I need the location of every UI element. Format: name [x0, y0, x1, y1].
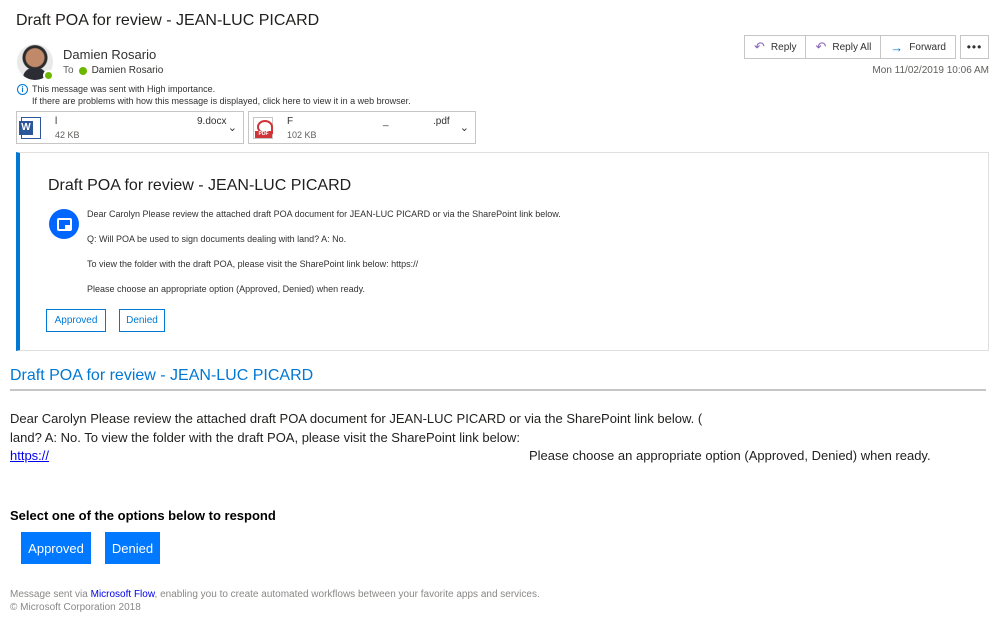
forward-icon: →	[890, 39, 904, 55]
attachment-size: 102 KB	[287, 130, 317, 140]
recipient-presence-icon	[78, 66, 87, 75]
body-text-line: Dear Carolyn Please review the attached …	[10, 411, 703, 426]
card-title: Draft POA for review - JEAN-LUC PICARD	[48, 177, 352, 194]
reply-icon: ↶	[754, 39, 765, 54]
footer-copyright: © Microsoft Corporation 2018	[10, 602, 141, 613]
sharepoint-link[interactable]: https://	[10, 448, 49, 463]
card-text-line: Please choose an appropriate option (App…	[87, 284, 366, 294]
footer-suffix: , enabling you to create automated workf…	[154, 589, 540, 600]
sender-name[interactable]: Damien Rosario	[63, 47, 156, 62]
attachment-docx[interactable]: l 9.docx 42 KB ⌄	[16, 111, 244, 144]
denied-button[interactable]: Denied	[105, 532, 160, 564]
importance-note: This message was sent with High importan…	[32, 84, 216, 94]
recipient-line: To Damien Rosario	[63, 65, 163, 76]
presence-available-icon	[43, 70, 54, 81]
email-subject: Draft POA for review - JEAN-LUC PICARD	[16, 12, 320, 29]
card-text-line: Dear Carolyn Please review the attached …	[87, 209, 561, 219]
footer-prefix: Message sent via	[10, 589, 91, 600]
reply-label: Reply	[770, 41, 797, 53]
attachment-pdf[interactable]: F _ .pdf 102 KB ⌄	[248, 111, 476, 144]
body-text-line: land? A: No. To view the folder with the…	[10, 430, 520, 445]
recipient-name[interactable]: Damien Rosario	[92, 65, 164, 76]
message-actions: ↶ Reply ↶ Reply All → Forward	[744, 35, 956, 59]
word-file-icon	[19, 117, 41, 139]
body-heading: Draft POA for review - JEAN-LUC PICARD	[10, 367, 314, 384]
more-actions-button[interactable]: •••	[960, 35, 989, 59]
microsoft-flow-link[interactable]: Microsoft Flow	[91, 589, 155, 600]
attachment-name-start: F	[287, 116, 294, 127]
card-denied-button[interactable]: Denied	[119, 309, 165, 332]
chevron-down-icon[interactable]: ⌄	[228, 121, 237, 134]
heading-divider	[10, 389, 986, 391]
attachment-size: 42 KB	[55, 130, 80, 140]
reply-button[interactable]: ↶ Reply	[744, 35, 807, 59]
approved-button[interactable]: Approved	[21, 532, 91, 564]
attachment-name-end: .pdf	[433, 116, 450, 127]
respond-prompt: Select one of the options below to respo…	[10, 508, 276, 523]
attachment-name-start: l	[55, 116, 58, 127]
web-view-link[interactable]: If there are problems with how this mess…	[32, 96, 411, 106]
attachment-name-mid: _	[383, 116, 389, 127]
sent-date: Mon 11/02/2019 10:06 AM	[872, 65, 989, 76]
reply-all-label: Reply All	[832, 41, 872, 53]
to-label: To	[63, 65, 74, 76]
forward-button[interactable]: → Forward	[880, 35, 956, 59]
forward-label: Forward	[909, 41, 946, 53]
body-text-line: Please choose an appropriate option (App…	[529, 448, 931, 463]
footer-note: Message sent via Microsoft Flow, enablin…	[10, 589, 540, 600]
card-approved-button[interactable]: Approved	[46, 309, 106, 332]
reply-all-icon: ↶	[815, 39, 827, 54]
actionable-message-card: Draft POA for review - JEAN-LUC PICARD D…	[16, 152, 989, 351]
reply-all-button[interactable]: ↶ Reply All	[805, 35, 882, 59]
attachment-name-end: 9.docx	[197, 116, 227, 127]
info-icon: i	[17, 84, 28, 95]
pdf-file-icon	[253, 117, 273, 139]
card-text-line: Q: Will POA be used to sign documents de…	[87, 234, 347, 244]
card-text-line: To view the folder with the draft POA, p…	[87, 259, 419, 269]
chevron-down-icon[interactable]: ⌄	[460, 121, 469, 134]
body-link-line: https://	[10, 448, 49, 463]
flow-icon	[49, 209, 79, 239]
